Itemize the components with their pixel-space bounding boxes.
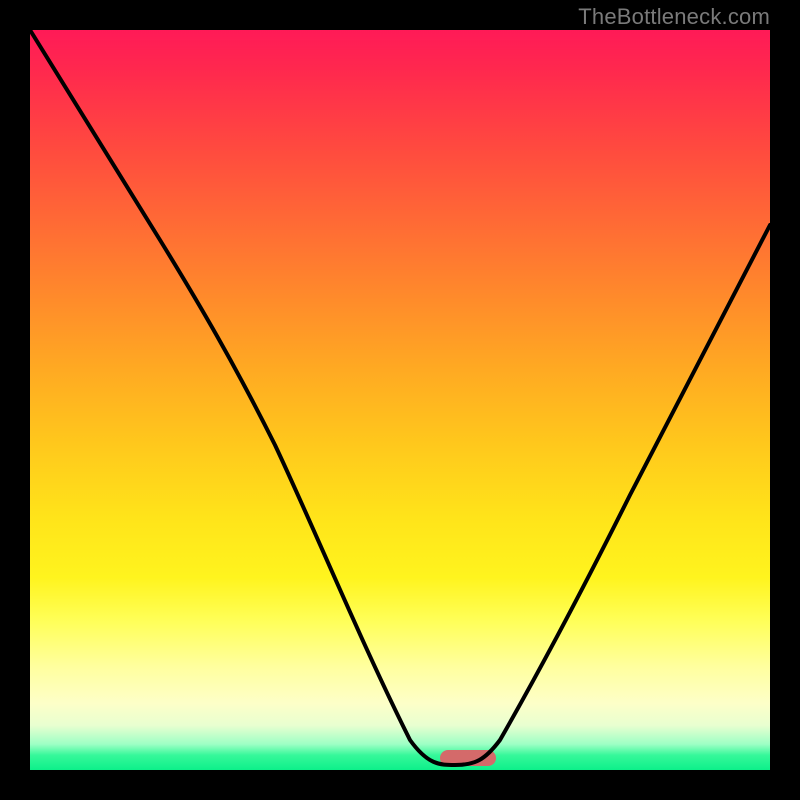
bottleneck-curve <box>30 30 770 770</box>
watermark-text: TheBottleneck.com <box>578 4 770 30</box>
chart-frame: TheBottleneck.com <box>0 0 800 800</box>
plot-area <box>30 30 770 770</box>
